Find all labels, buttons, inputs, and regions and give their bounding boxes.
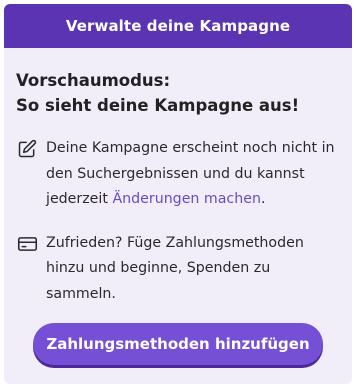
pencil-square-icon (16, 138, 38, 160)
edit-info-text: Deine Kampagne erscheint noch nicht in d… (46, 136, 340, 213)
make-changes-link[interactable]: Änderungen machen (112, 191, 261, 207)
payment-info-text: Zufrieden? Füge Zahlungsmethoden hinzu u… (46, 234, 304, 302)
edit-info-text-after: . (260, 191, 266, 207)
credit-card-icon (16, 233, 38, 255)
card-body: Vorschaumodus: So sieht deine Kampagne a… (4, 48, 352, 365)
card-header: Verwalte deine Kampagne (4, 4, 352, 48)
preview-mode-title: Vorschaumodus: So sieht deine Kampagne a… (16, 68, 340, 118)
preview-title-line2: So sieht deine Kampagne aus! (16, 96, 300, 115)
manage-campaign-card: Verwalte deine Kampagne Vorschaumodus: S… (4, 4, 352, 384)
card-header-title: Verwalte deine Kampagne (65, 17, 291, 35)
cta-wrapper: Zahlungsmethoden hinzufügen (16, 323, 340, 365)
payment-info-row: Zufrieden? Füge Zahlungsmethoden hinzu u… (16, 231, 340, 308)
add-payment-methods-button[interactable]: Zahlungsmethoden hinzufügen (33, 323, 323, 365)
preview-title-line1: Vorschaumodus: (16, 71, 171, 90)
edit-info-row: Deine Kampagne erscheint noch nicht in d… (16, 136, 340, 213)
